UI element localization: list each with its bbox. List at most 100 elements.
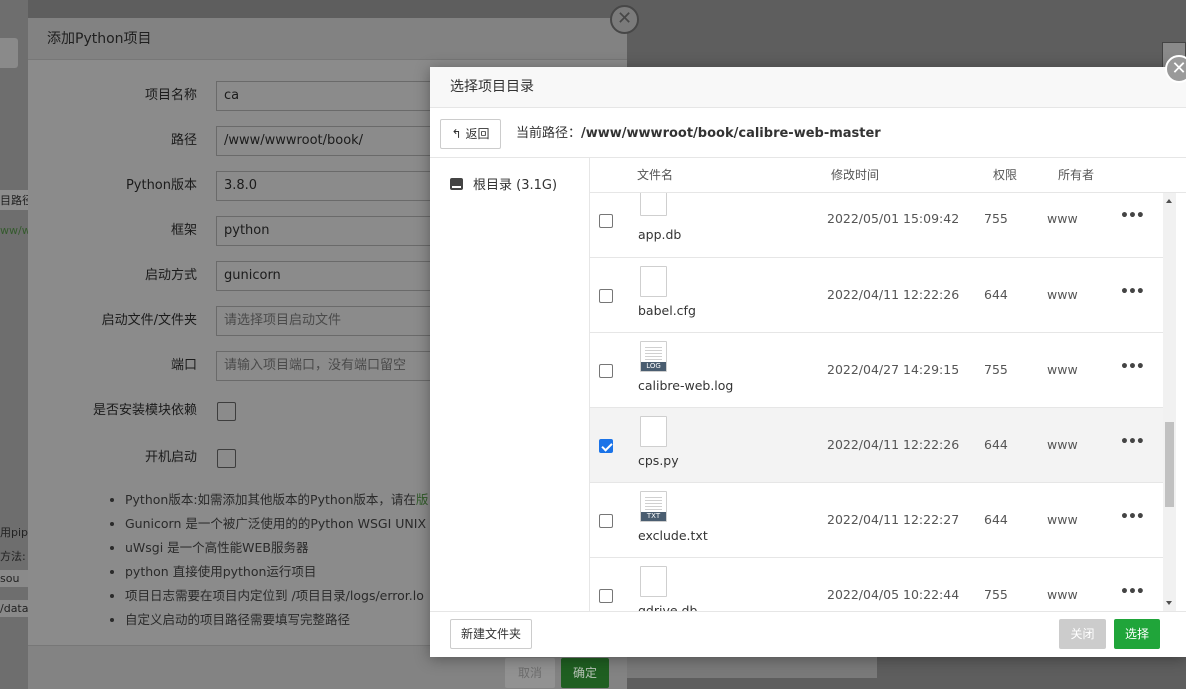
file-permission[interactable]: 755 xyxy=(984,362,1008,377)
background-text: sou xyxy=(0,570,28,587)
file-lines xyxy=(645,347,662,361)
field-label: 是否安装模块依赖 xyxy=(92,403,197,418)
file-name[interactable]: cps.py xyxy=(638,453,679,468)
close-icon[interactable]: ✕ xyxy=(1165,55,1186,83)
scrollbar-thumb[interactable] xyxy=(1165,422,1174,507)
file-icon xyxy=(640,566,667,597)
row-checkbox[interactable] xyxy=(599,364,613,378)
column-permission[interactable]: 权限 xyxy=(993,158,1017,193)
cancel-button[interactable]: 取消 xyxy=(505,658,555,688)
scroll-down-icon[interactable] xyxy=(1166,601,1172,605)
more-actions-icon[interactable]: ••• xyxy=(1120,208,1145,224)
back-button[interactable]: ↰ 返回 xyxy=(440,119,501,149)
background-button xyxy=(0,38,18,68)
file-owner[interactable]: www xyxy=(1047,587,1078,602)
log-file-icon: LOG xyxy=(640,341,667,372)
file-mtime: 2022/04/11 12:22:27 xyxy=(827,512,960,527)
file-permission[interactable]: 755 xyxy=(984,587,1008,602)
row-checkbox[interactable] xyxy=(599,214,613,228)
row-checkbox[interactable] xyxy=(599,289,613,303)
field-label: 端口 xyxy=(170,358,197,373)
hard-disk-icon xyxy=(450,178,463,190)
table-row[interactable]: LOG calibre-web.log 2022/04/27 14:29:15 … xyxy=(590,333,1164,408)
background-text: 用pip xyxy=(0,526,28,539)
column-mtime[interactable]: 修改时间 xyxy=(831,158,879,193)
file-permission[interactable]: 644 xyxy=(984,512,1008,527)
close-button[interactable]: 关闭 xyxy=(1059,619,1106,649)
dialog-title: 添加Python项目 xyxy=(28,18,627,60)
row-checkbox[interactable] xyxy=(599,514,613,528)
file-mtime: 2022/04/05 10:22:44 xyxy=(827,587,960,602)
file-name[interactable]: calibre-web.log xyxy=(638,378,733,393)
table-row[interactable]: cps.py 2022/04/11 12:22:26 644 www ••• xyxy=(590,408,1164,483)
file-name[interactable]: gdrive.db xyxy=(638,603,697,611)
more-actions-icon[interactable]: ••• xyxy=(1120,359,1145,375)
column-owner[interactable]: 所有者 xyxy=(1058,158,1094,193)
dialog-title: 选择项目目录 xyxy=(430,67,1186,108)
field-label: 框架 xyxy=(170,223,197,238)
field-label: Python版本 xyxy=(125,178,197,193)
background-text: /data xyxy=(0,600,28,617)
table-row[interactable]: app.db 2022/05/01 15:09:42 755 www ••• xyxy=(590,193,1164,258)
table-row[interactable]: gdrive.db 2022/04/05 10:22:44 755 www ••… xyxy=(590,558,1164,611)
file-permission[interactable]: 644 xyxy=(984,287,1008,302)
select-button[interactable]: 选择 xyxy=(1114,619,1160,649)
tip-item: Gunicorn 是一个被广泛使用的的Python WSGI UNIX xyxy=(125,512,428,536)
file-icon xyxy=(640,416,667,447)
background-left-strip: 目路径 ww/w 用pip 方法: sou /data xyxy=(0,0,28,689)
root-directory-label: 根目录 (3.1G) xyxy=(473,178,558,193)
file-permission[interactable]: 755 xyxy=(984,211,1008,226)
current-path-value: /www/wwwroot/book/calibre-web-master xyxy=(581,126,881,141)
file-list-header: 文件名 修改时间 权限 所有者 xyxy=(590,158,1186,193)
tip-item: python 直接使用python运行项目 xyxy=(125,560,428,584)
table-row[interactable]: TXT exclude.txt 2022/04/11 12:22:27 644 … xyxy=(590,483,1164,558)
background-text: 目路径 xyxy=(0,190,28,210)
txt-file-icon: TXT xyxy=(640,491,667,522)
autostart-checkbox[interactable] xyxy=(217,449,236,468)
background-bottom-bar xyxy=(627,656,877,678)
background-text: 方法: xyxy=(0,550,26,563)
more-actions-icon[interactable]: ••• xyxy=(1120,584,1145,600)
more-actions-icon[interactable]: ••• xyxy=(1120,284,1145,300)
confirm-button[interactable]: 确定 xyxy=(561,658,609,688)
install-deps-checkbox[interactable] xyxy=(217,402,236,421)
tip-item: Python版本:如需添加其他版本的Python版本，请在版 xyxy=(125,488,428,512)
new-folder-button[interactable]: 新建文件夹 xyxy=(450,619,532,649)
file-owner[interactable]: www xyxy=(1047,287,1078,302)
tip-link[interactable]: 版 xyxy=(416,492,429,507)
file-owner[interactable]: www xyxy=(1047,362,1078,377)
file-list: 文件名 修改时间 权限 所有者 app.db 2022/05/01 15:09:… xyxy=(590,158,1186,611)
file-type-tag: TXT xyxy=(641,512,666,521)
file-name[interactable]: babel.cfg xyxy=(638,303,696,318)
back-arrow-icon: ↰ xyxy=(451,127,462,141)
column-filename[interactable]: 文件名 xyxy=(637,158,673,193)
file-owner[interactable]: www xyxy=(1047,437,1078,452)
close-icon[interactable]: ✕ xyxy=(610,5,639,34)
tip-item: 自定义启动的项目路径需要填写完整路径 xyxy=(125,608,428,632)
dialog-footer: 新建文件夹 关闭 选择 xyxy=(430,611,1186,657)
file-name[interactable]: app.db xyxy=(638,227,681,242)
tip-item: 项目日志需要在项目内定位到 /项目目录/logs/error.lo xyxy=(125,584,428,608)
file-list-scrollbar[interactable] xyxy=(1163,193,1176,611)
file-type-tag: LOG xyxy=(641,362,666,371)
current-path: 当前路径：/www/wwwroot/book/calibre-web-maste… xyxy=(516,108,881,159)
file-rows: app.db 2022/05/01 15:09:42 755 www ••• b… xyxy=(590,193,1164,611)
table-row[interactable]: babel.cfg 2022/04/11 12:22:26 644 www ••… xyxy=(590,258,1164,333)
more-actions-icon[interactable]: ••• xyxy=(1120,434,1145,450)
file-icon xyxy=(640,266,667,297)
file-owner[interactable]: www xyxy=(1047,211,1078,226)
file-permission[interactable]: 644 xyxy=(984,437,1008,452)
file-owner[interactable]: www xyxy=(1047,512,1078,527)
scroll-up-icon[interactable] xyxy=(1166,199,1172,203)
row-checkbox[interactable] xyxy=(599,439,613,453)
field-label: 启动文件/文件夹 xyxy=(101,313,197,328)
current-path-label: 当前路径： xyxy=(516,126,582,141)
path-bar: ↰ 返回 当前路径：/www/wwwroot/book/calibre-web-… xyxy=(430,108,1186,158)
root-directory-item[interactable]: 根目录 (3.1G) xyxy=(450,174,557,193)
row-checkbox[interactable] xyxy=(599,589,613,603)
file-name[interactable]: exclude.txt xyxy=(638,528,708,543)
more-actions-icon[interactable]: ••• xyxy=(1120,509,1145,525)
disk-sidebar: 根目录 (3.1G) xyxy=(430,158,590,611)
background-text: ww/w xyxy=(0,224,28,237)
field-label: 启动方式 xyxy=(144,268,197,283)
